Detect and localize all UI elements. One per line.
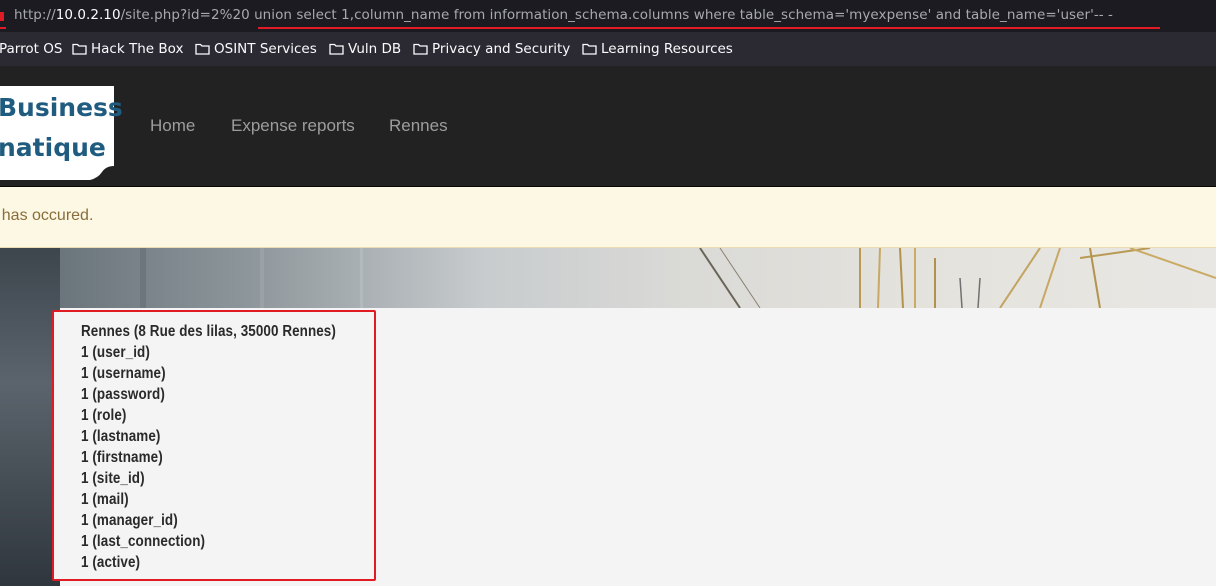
url-path: /site.php?id=2%20 union select 1,column_… xyxy=(120,7,1113,23)
url-prefix: http:// xyxy=(14,7,56,23)
bookmark-label: Learning Resources xyxy=(601,41,733,57)
bookmark-label: Parrot OS xyxy=(0,41,63,57)
result-line: 1 (site_id) xyxy=(81,470,145,487)
page-icon xyxy=(0,12,4,21)
result-line-site: Rennes (8 Rue des lilas, 35000 Rennes) xyxy=(81,323,336,340)
alert-message: r has occured. xyxy=(0,207,94,224)
bookmark-privacy-and-security[interactable]: Privacy and Security xyxy=(413,41,570,57)
url-highlight-left xyxy=(0,27,6,29)
hero-image-left-strip xyxy=(0,248,60,586)
bookmarks-toolbar: Parrot OS Hack The Box OSINT Services Vu… xyxy=(0,32,1216,67)
folder-icon xyxy=(582,43,597,55)
result-line: 1 (firstname) xyxy=(81,449,163,466)
nav-link-expense-reports[interactable]: Expense reports xyxy=(231,116,355,136)
address-bar[interactable]: http://10.0.2.10/site.php?id=2%20 union … xyxy=(0,0,1216,32)
result-line: 1 (manager_id) xyxy=(81,512,178,529)
result-line: 1 (username) xyxy=(81,365,166,382)
nav-link-rennes[interactable]: Rennes xyxy=(389,116,448,136)
logo-text-line1: Business xyxy=(0,93,123,122)
result-line: 1 (role) xyxy=(81,407,127,424)
site-navbar: Business natique Home Expense reports Re… xyxy=(0,66,1216,187)
folder-icon xyxy=(195,43,210,55)
bookmark-vuln-db[interactable]: Vuln DB xyxy=(329,41,401,57)
bookmark-label: Privacy and Security xyxy=(432,41,571,57)
bookmark-hack-the-box[interactable]: Hack The Box xyxy=(72,41,183,57)
bookmark-learning-resources[interactable]: Learning Resources xyxy=(582,41,733,57)
bookmark-parrot-os[interactable]: Parrot OS xyxy=(0,41,62,57)
result-line: 1 (password) xyxy=(81,386,165,403)
result-line: 1 (last_connection) xyxy=(81,533,206,550)
folder-icon xyxy=(329,43,344,55)
error-alert: r has occured. xyxy=(0,187,1216,248)
url-highlight-underline xyxy=(258,27,1160,29)
bookmark-label: OSINT Services xyxy=(214,41,317,57)
folder-icon xyxy=(413,43,428,55)
url-host: 10.0.2.10 xyxy=(55,7,121,23)
nav-link-home[interactable]: Home xyxy=(150,116,195,136)
hero-image-art xyxy=(0,248,1216,308)
bookmark-label: Hack The Box xyxy=(91,41,184,57)
folder-icon xyxy=(72,43,87,55)
hero-image xyxy=(0,248,1216,308)
result-line: 1 (active) xyxy=(81,554,141,571)
result-line: 1 (user_id) xyxy=(81,344,150,361)
result-highlight-box: Rennes (8 Rue des lilas, 35000 Rennes) 1… xyxy=(52,310,376,581)
result-line: 1 (mail) xyxy=(81,491,129,508)
logo-text-line2: natique xyxy=(0,133,106,162)
url-text[interactable]: http://10.0.2.10/site.php?id=2%20 union … xyxy=(14,7,1113,23)
bookmark-osint-services[interactable]: OSINT Services xyxy=(195,41,317,57)
result-line: 1 (lastname) xyxy=(81,428,161,445)
bookmark-label: Vuln DB xyxy=(348,41,402,57)
